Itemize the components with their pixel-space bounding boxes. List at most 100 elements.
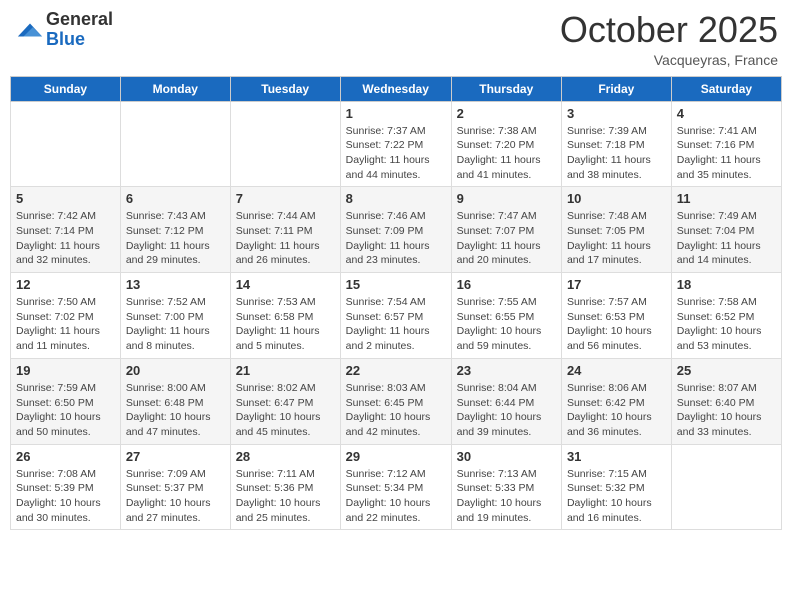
calendar-week-3: 12 Sunrise: 7:50 AMSunset: 7:02 PMDayligh… bbox=[11, 273, 782, 359]
calendar-cell: 1Sunrise: 7:37 AMSunset: 7:22 PMDaylight… bbox=[340, 101, 451, 187]
calendar-cell: 23 Sunrise: 8:04 AMSunset: 6:44 PMDayligh… bbox=[451, 358, 561, 444]
title-block: October 2025 Vacqueyras, France bbox=[560, 10, 778, 68]
day-number: 7 bbox=[236, 191, 335, 206]
logo-text: General Blue bbox=[46, 10, 113, 50]
calendar-cell: 10 Sunrise: 7:48 AMSunset: 7:05 PMDayligh… bbox=[561, 187, 671, 273]
day-info: Sunrise: 7:11 AMSunset: 5:36 PMDaylight:… bbox=[236, 467, 335, 526]
calendar-cell: 28 Sunrise: 7:11 AMSunset: 5:36 PMDayligh… bbox=[230, 444, 340, 530]
calendar-cell: 30Sunrise: 7:13 AMSunset: 5:33 PMDayligh… bbox=[451, 444, 561, 530]
day-info: Sunrise: 8:02 AMSunset: 6:47 PMDaylight:… bbox=[236, 381, 335, 440]
day-number: 11 bbox=[677, 191, 776, 206]
day-number: 13 bbox=[126, 277, 225, 292]
day-number: 29 bbox=[346, 449, 446, 464]
calendar-cell: 31Sunrise: 7:15 AMSunset: 5:32 PMDayligh… bbox=[561, 444, 671, 530]
day-number: 9 bbox=[457, 191, 556, 206]
day-number: 16 bbox=[457, 277, 556, 292]
day-info: Sunrise: 7:53 AMSunset: 6:58 PMDaylight:… bbox=[236, 295, 335, 354]
day-number: 6 bbox=[126, 191, 225, 206]
day-number: 2 bbox=[457, 106, 556, 121]
calendar-cell: 2 Sunrise: 7:38 AMSunset: 7:20 PMDaylight… bbox=[451, 101, 561, 187]
day-info: Sunrise: 8:07 AMSunset: 6:40 PMDaylight:… bbox=[677, 381, 776, 440]
day-info: Sunrise: 7:15 AMSunset: 5:32 PMDaylight:… bbox=[567, 467, 666, 526]
weekday-header-friday: Friday bbox=[561, 76, 671, 101]
calendar-cell bbox=[230, 101, 340, 187]
calendar-cell: 9Sunrise: 7:47 AMSunset: 7:07 PMDaylight… bbox=[451, 187, 561, 273]
calendar-cell: 20 Sunrise: 8:00 AMSunset: 6:48 PMDayligh… bbox=[120, 358, 230, 444]
calendar-cell: 5 Sunrise: 7:42 AMSunset: 7:14 PMDaylight… bbox=[11, 187, 121, 273]
calendar-week-5: 26 Sunrise: 7:08 AMSunset: 5:39 PMDayligh… bbox=[11, 444, 782, 530]
day-number: 23 bbox=[457, 363, 556, 378]
day-number: 19 bbox=[16, 363, 115, 378]
day-number: 3 bbox=[567, 106, 666, 121]
calendar-cell: 19 Sunrise: 7:59 AMSunset: 6:50 PMDayligh… bbox=[11, 358, 121, 444]
calendar-cell: 12 Sunrise: 7:50 AMSunset: 7:02 PMDayligh… bbox=[11, 273, 121, 359]
day-info: Sunrise: 7:38 AMSunset: 7:20 PMDaylight:… bbox=[457, 124, 556, 183]
weekday-header-saturday: Saturday bbox=[671, 76, 781, 101]
day-number: 10 bbox=[567, 191, 666, 206]
day-number: 26 bbox=[16, 449, 115, 464]
calendar-cell: 22 Sunrise: 8:03 AMSunset: 6:45 PMDayligh… bbox=[340, 358, 451, 444]
calendar-cell: 7 Sunrise: 7:44 AMSunset: 7:11 PMDaylight… bbox=[230, 187, 340, 273]
day-number: 28 bbox=[236, 449, 335, 464]
day-info: Sunrise: 7:50 AMSunset: 7:02 PMDaylight:… bbox=[16, 295, 115, 354]
day-info: Sunrise: 7:42 AMSunset: 7:14 PMDaylight:… bbox=[16, 209, 115, 268]
calendar-cell: 26 Sunrise: 7:08 AMSunset: 5:39 PMDayligh… bbox=[11, 444, 121, 530]
calendar-cell: 16 Sunrise: 7:55 AMSunset: 6:55 PMDayligh… bbox=[451, 273, 561, 359]
day-info: Sunrise: 8:03 AMSunset: 6:45 PMDaylight:… bbox=[346, 381, 446, 440]
weekday-header-thursday: Thursday bbox=[451, 76, 561, 101]
day-number: 5 bbox=[16, 191, 115, 206]
calendar-cell: 3 Sunrise: 7:39 AMSunset: 7:18 PMDaylight… bbox=[561, 101, 671, 187]
day-info: Sunrise: 8:06 AMSunset: 6:42 PMDaylight:… bbox=[567, 381, 666, 440]
day-number: 30 bbox=[457, 449, 556, 464]
day-number: 20 bbox=[126, 363, 225, 378]
day-info: Sunrise: 7:49 AMSunset: 7:04 PMDaylight:… bbox=[677, 209, 776, 268]
weekday-header-monday: Monday bbox=[120, 76, 230, 101]
calendar-cell: 14Sunrise: 7:53 AMSunset: 6:58 PMDayligh… bbox=[230, 273, 340, 359]
day-number: 8 bbox=[346, 191, 446, 206]
weekday-header-tuesday: Tuesday bbox=[230, 76, 340, 101]
weekday-header-row: SundayMondayTuesdayWednesdayThursdayFrid… bbox=[11, 76, 782, 101]
day-info: Sunrise: 7:48 AMSunset: 7:05 PMDaylight:… bbox=[567, 209, 666, 268]
day-info: Sunrise: 7:08 AMSunset: 5:39 PMDaylight:… bbox=[16, 467, 115, 526]
calendar-cell: 4Sunrise: 7:41 AMSunset: 7:16 PMDaylight… bbox=[671, 101, 781, 187]
day-info: Sunrise: 7:43 AMSunset: 7:12 PMDaylight:… bbox=[126, 209, 225, 268]
day-number: 27 bbox=[126, 449, 225, 464]
day-number: 15 bbox=[346, 277, 446, 292]
day-info: Sunrise: 7:09 AMSunset: 5:37 PMDaylight:… bbox=[126, 467, 225, 526]
weekday-header-wednesday: Wednesday bbox=[340, 76, 451, 101]
day-number: 22 bbox=[346, 363, 446, 378]
calendar-cell bbox=[671, 444, 781, 530]
logo-blue: Blue bbox=[46, 30, 113, 50]
calendar-cell bbox=[11, 101, 121, 187]
day-number: 21 bbox=[236, 363, 335, 378]
calendar-week-4: 19 Sunrise: 7:59 AMSunset: 6:50 PMDayligh… bbox=[11, 358, 782, 444]
calendar-week-2: 5 Sunrise: 7:42 AMSunset: 7:14 PMDaylight… bbox=[11, 187, 782, 273]
day-info: Sunrise: 7:52 AMSunset: 7:00 PMDaylight:… bbox=[126, 295, 225, 354]
weekday-header-sunday: Sunday bbox=[11, 76, 121, 101]
location: Vacqueyras, France bbox=[560, 52, 778, 68]
day-number: 4 bbox=[677, 106, 776, 121]
logo-general: General bbox=[46, 10, 113, 30]
day-info: Sunrise: 7:46 AMSunset: 7:09 PMDaylight:… bbox=[346, 209, 446, 268]
calendar-cell: 29 Sunrise: 7:12 AMSunset: 5:34 PMDayligh… bbox=[340, 444, 451, 530]
calendar-cell: 15 Sunrise: 7:54 AMSunset: 6:57 PMDayligh… bbox=[340, 273, 451, 359]
day-info: Sunrise: 7:12 AMSunset: 5:34 PMDaylight:… bbox=[346, 467, 446, 526]
calendar-cell: 21 Sunrise: 8:02 AMSunset: 6:47 PMDayligh… bbox=[230, 358, 340, 444]
calendar-cell: 25Sunrise: 8:07 AMSunset: 6:40 PMDayligh… bbox=[671, 358, 781, 444]
calendar-week-1: 1Sunrise: 7:37 AMSunset: 7:22 PMDaylight… bbox=[11, 101, 782, 187]
calendar-cell: 8 Sunrise: 7:46 AMSunset: 7:09 PMDaylight… bbox=[340, 187, 451, 273]
day-number: 12 bbox=[16, 277, 115, 292]
day-info: Sunrise: 7:58 AMSunset: 6:52 PMDaylight:… bbox=[677, 295, 776, 354]
logo-icon bbox=[16, 16, 44, 44]
day-info: Sunrise: 7:44 AMSunset: 7:11 PMDaylight:… bbox=[236, 209, 335, 268]
day-info: Sunrise: 7:54 AMSunset: 6:57 PMDaylight:… bbox=[346, 295, 446, 354]
calendar-cell: 6 Sunrise: 7:43 AMSunset: 7:12 PMDaylight… bbox=[120, 187, 230, 273]
day-info: Sunrise: 8:00 AMSunset: 6:48 PMDaylight:… bbox=[126, 381, 225, 440]
day-info: Sunrise: 8:04 AMSunset: 6:44 PMDaylight:… bbox=[457, 381, 556, 440]
day-info: Sunrise: 7:59 AMSunset: 6:50 PMDaylight:… bbox=[16, 381, 115, 440]
day-info: Sunrise: 7:55 AMSunset: 6:55 PMDaylight:… bbox=[457, 295, 556, 354]
day-number: 24 bbox=[567, 363, 666, 378]
day-number: 1 bbox=[346, 106, 446, 121]
calendar-cell: 11 Sunrise: 7:49 AMSunset: 7:04 PMDayligh… bbox=[671, 187, 781, 273]
day-info: Sunrise: 7:39 AMSunset: 7:18 PMDaylight:… bbox=[567, 124, 666, 183]
